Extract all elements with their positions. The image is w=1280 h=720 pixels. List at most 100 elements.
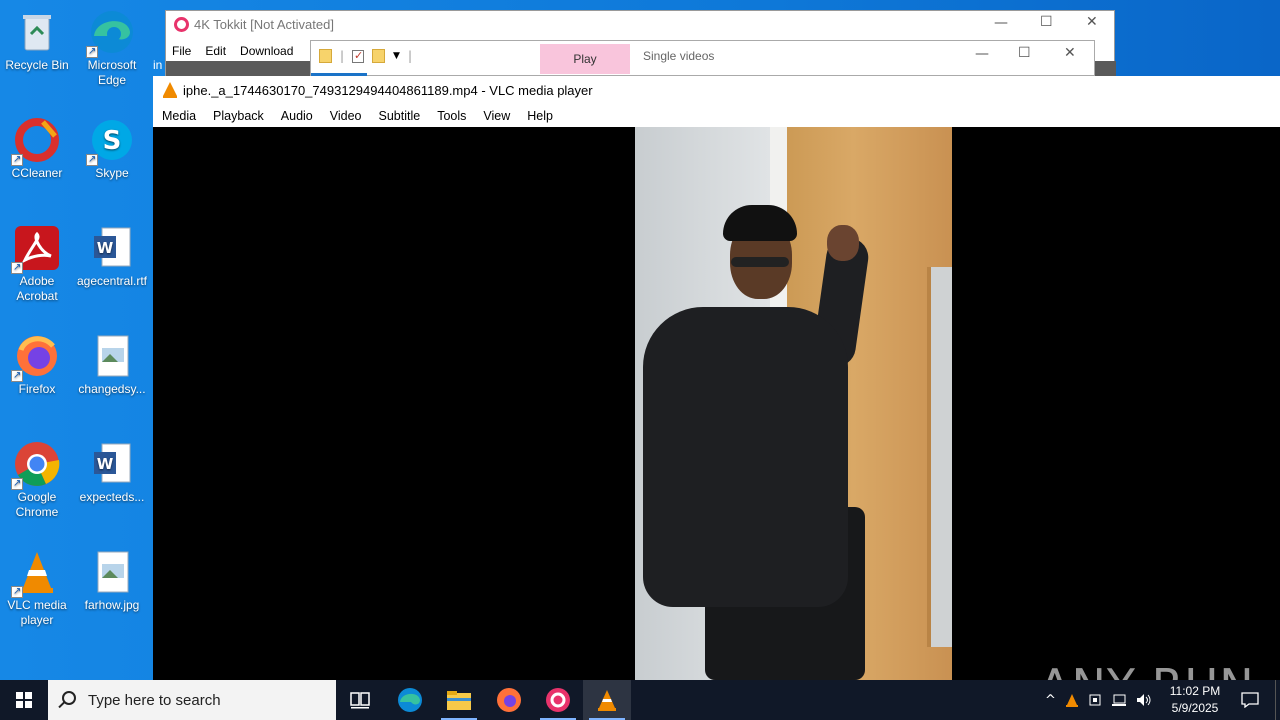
properties-icon[interactable] — [352, 49, 365, 63]
shortcut-arrow-icon — [86, 44, 98, 59]
partial-desktop-label: in — [153, 58, 163, 72]
menu-view[interactable]: View — [474, 106, 518, 128]
image-file-icon — [88, 548, 136, 596]
menu-help[interactable]: Help — [518, 106, 561, 128]
menu-download[interactable]: Download — [240, 44, 293, 58]
clock-time: 11:02 PM — [1169, 684, 1221, 698]
desktop-icon-adobe-acrobat[interactable]: Adobe Acrobat — [0, 224, 74, 304]
vlc-icon — [598, 690, 616, 711]
close-icon[interactable]: ✕ — [1086, 14, 1098, 30]
search-icon — [62, 691, 76, 705]
menu-tools[interactable]: Tools — [428, 106, 474, 128]
maximize-icon[interactable]: ☐ — [1018, 45, 1031, 61]
shortcut-arrow-icon — [86, 152, 98, 167]
desktop-icon-farhow[interactable]: farhow.jpg — [75, 548, 149, 613]
image-file-icon — [88, 332, 136, 380]
dropdown-arrow-icon[interactable]: ▼ — [393, 51, 400, 61]
desktop-icon-firefox[interactable]: Firefox — [0, 332, 74, 397]
task-view-icon — [350, 692, 370, 709]
explorer-window[interactable]: | ▼ | Play Single videos — ☐ ✕ — [310, 40, 1095, 76]
video-person-fist — [827, 225, 859, 261]
video-display[interactable]: ANY RUN — [153, 127, 1280, 713]
desktop-icon-expecteds[interactable]: W expecteds... — [75, 440, 149, 505]
skype-icon: S — [86, 116, 136, 167]
desktop-icon-ccleaner[interactable]: CCleaner — [0, 116, 74, 181]
action-center-button[interactable] — [1236, 680, 1264, 720]
clock[interactable]: 11:02 PM 5/9/2025 — [1160, 683, 1230, 717]
taskbar-4k-tokkit[interactable] — [534, 680, 582, 720]
taskbar-edge[interactable] — [386, 680, 434, 720]
video-person-jacket — [643, 307, 848, 607]
chevron-up-icon[interactable]: ^ — [1045, 693, 1056, 708]
folder-icon[interactable] — [319, 49, 332, 63]
desktop-icon-vlc[interactable]: VLC media player — [0, 548, 74, 628]
show-desktop-button[interactable] — [1275, 680, 1280, 720]
menu-audio[interactable]: Audio — [272, 106, 321, 128]
shortcut-arrow-icon — [11, 368, 23, 383]
shortcut-arrow-icon — [11, 260, 23, 275]
recycle-bin-icon — [13, 8, 61, 56]
svg-text:W: W — [97, 239, 114, 257]
menu-subtitle[interactable]: Subtitle — [370, 106, 429, 128]
vlc-tray-icon[interactable] — [1065, 693, 1079, 707]
device-icon[interactable] — [1088, 693, 1102, 707]
minimize-icon[interactable]: — — [994, 15, 1008, 31]
tab-play[interactable]: Play — [540, 44, 630, 74]
task-view-button[interactable] — [336, 680, 384, 720]
file-explorer-icon — [447, 691, 471, 710]
firefox-icon — [497, 688, 521, 712]
taskbar-vlc[interactable] — [583, 680, 631, 720]
shortcut-arrow-icon — [11, 476, 23, 491]
menu-playback[interactable]: Playback — [204, 106, 272, 128]
chrome-icon — [11, 440, 61, 491]
separator: | — [340, 49, 345, 63]
vlc-menubar: Media Playback Audio Video Subtitle Tool… — [153, 106, 561, 128]
close-icon[interactable]: ✕ — [1064, 45, 1076, 61]
vlc-window[interactable]: iphe._a_1744630170_7493129494404861189.m… — [153, 76, 1280, 713]
system-tray: ^ — [1045, 680, 1152, 720]
desktop-icon-recycle-bin[interactable]: Recycle Bin — [0, 8, 74, 73]
taskbar-search[interactable]: Type here to search — [48, 680, 336, 720]
firefox-icon — [11, 332, 61, 383]
svg-text:W: W — [97, 455, 114, 473]
desktop-icon-google-chrome[interactable]: Google Chrome — [0, 440, 74, 520]
notification-icon — [1241, 692, 1259, 708]
menu-video[interactable]: Video — [321, 106, 370, 128]
taskbar: Type here to search ^ 11:02 PM 5/9/2025 — [0, 680, 1280, 720]
vlc-cone-icon — [163, 82, 177, 98]
svg-text:S: S — [103, 126, 122, 156]
new-folder-icon[interactable] — [372, 49, 386, 63]
vlc-icon — [11, 548, 61, 599]
shortcut-arrow-icon — [11, 584, 23, 599]
word-doc-icon: W — [88, 224, 136, 272]
tab-single-videos[interactable]: Single videos — [643, 49, 714, 63]
maximize-icon[interactable]: ☐ — [1040, 14, 1053, 30]
network-icon[interactable] — [1111, 693, 1127, 707]
video-person-sunglasses — [731, 257, 789, 267]
word-doc-icon: W — [88, 440, 136, 488]
menu-file[interactable]: File — [172, 44, 191, 58]
ccleaner-icon — [11, 116, 61, 167]
tokkit-icon — [546, 688, 570, 712]
taskbar-firefox[interactable] — [485, 680, 533, 720]
desktop-icon-changedsy[interactable]: changedsy... — [75, 332, 149, 397]
menu-edit[interactable]: Edit — [205, 44, 226, 58]
windows-logo-icon — [16, 692, 32, 708]
minimize-icon[interactable]: — — [975, 46, 989, 62]
tokkit-window-title: 4K Tokkit [Not Activated] — [194, 17, 334, 32]
search-placeholder: Type here to search — [88, 692, 221, 709]
video-frame — [635, 127, 952, 680]
shortcut-arrow-icon — [11, 152, 23, 167]
edge-icon — [398, 688, 422, 712]
separator: | — [407, 49, 413, 63]
vlc-titlebar[interactable]: iphe._a_1744630170_7493129494404861189.m… — [153, 76, 1280, 104]
desktop-icon-skype[interactable]: S Skype — [75, 116, 149, 181]
edge-icon — [86, 8, 136, 59]
menu-media[interactable]: Media — [153, 106, 204, 128]
taskbar-file-explorer[interactable] — [435, 680, 483, 720]
volume-icon[interactable] — [1136, 693, 1152, 707]
video-person-hair — [723, 205, 797, 241]
desktop-icon-microsoft-edge[interactable]: Microsoft Edge — [75, 8, 149, 88]
start-button[interactable] — [0, 680, 48, 720]
desktop-icon-agecentral[interactable]: W agecentral.rtf — [75, 224, 149, 289]
